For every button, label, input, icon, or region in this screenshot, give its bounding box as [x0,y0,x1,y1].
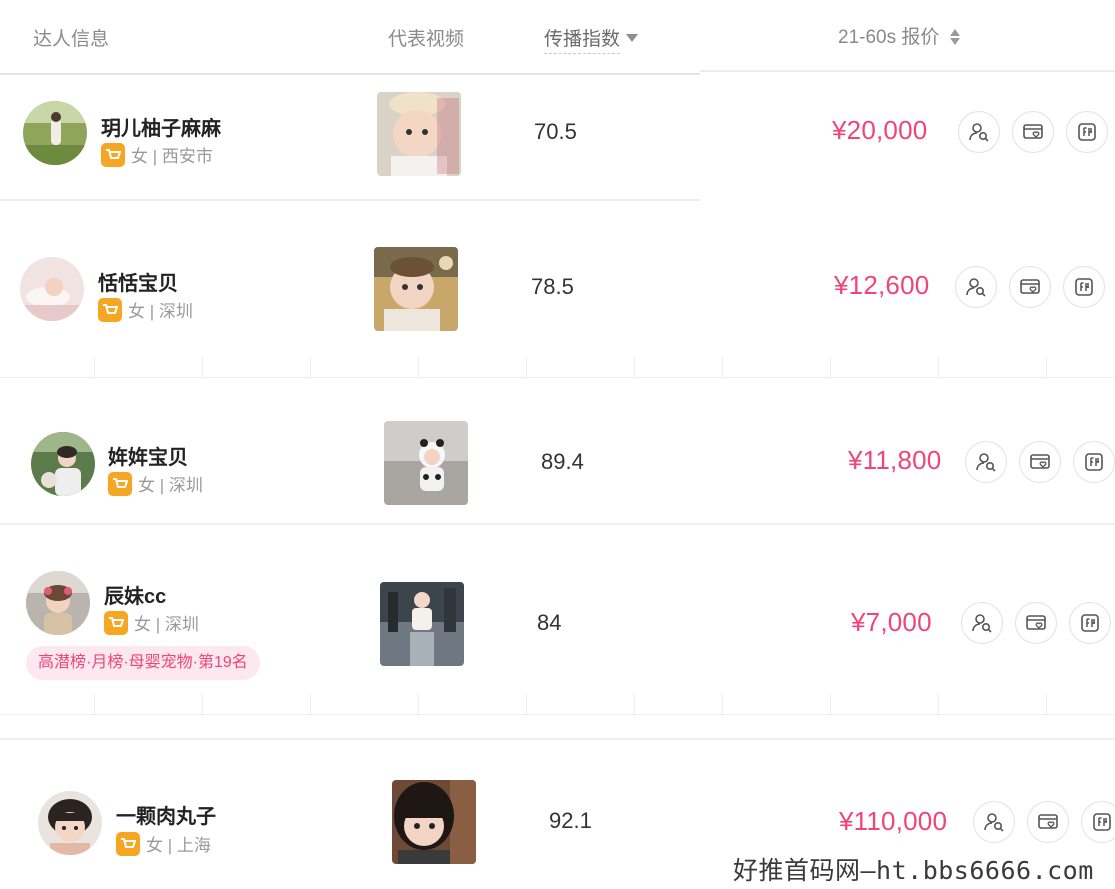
avatar[interactable] [20,257,84,321]
favorite-card-button[interactable] [1019,441,1061,483]
user-search-button[interactable] [961,602,1003,644]
influencer-meta: 女 | 深圳 [98,297,193,322]
compare-icon [1081,614,1099,632]
gender-city: 女 | 西安市 [131,147,213,166]
price-value: ¥20,000 [832,115,928,145]
column-header-video: 代表视频 [388,29,465,50]
shopping-cart-icon [98,297,122,322]
ranking-tag[interactable]: 高潜榜·月榜·母婴宠物·第19名 [26,646,260,680]
favorite-card-button[interactable] [1012,111,1054,153]
column-header-price[interactable]: 21-60s 报价 [838,22,961,49]
spread-index-value: 78.5 [531,274,574,299]
compare-button[interactable] [1081,801,1115,843]
card-heart-icon [1023,124,1043,139]
grid-lines [0,357,1115,379]
video-thumbnail[interactable] [384,421,468,505]
spread-index-value: 70.5 [534,119,577,144]
favorite-card-button[interactable] [1027,801,1069,843]
shopping-cart-icon [116,831,140,856]
card-heart-icon [1026,615,1046,630]
video-thumbnail[interactable] [392,780,476,864]
shopping-cart-icon [108,471,132,496]
user-search-button[interactable] [965,441,1007,483]
column-header-index-label: 传播指数 [544,29,621,54]
spread-index-value: 92.1 [549,808,592,833]
user-search-icon [984,813,1004,832]
video-thumbnail[interactable] [377,92,461,176]
gender-city: 女 | 深圳 [134,615,199,634]
price-value: ¥12,600 [834,270,930,300]
compare-icon [1078,123,1096,141]
video-thumbnail[interactable] [374,247,458,331]
influencer-list-page: 达人信息 代表视频 传播指数 21-60s 报价 玥儿柚子麻麻 女 | 西安市 … [0,0,1115,889]
favorite-card-button[interactable] [1009,266,1051,308]
column-header-info: 达人信息 [33,29,110,50]
card-heart-icon [1030,454,1050,469]
avatar[interactable] [31,432,95,496]
row-divider [0,523,1115,525]
favorite-card-button[interactable] [1015,602,1057,644]
user-search-icon [976,453,996,472]
influencer-name[interactable]: 玥儿柚子麻麻 [101,112,221,141]
shopping-cart-icon [101,142,125,167]
compare-button[interactable] [1069,602,1111,644]
user-search-button[interactable] [973,801,1015,843]
grid-lines [0,694,1115,716]
price-value: ¥7,000 [851,607,932,637]
column-header-index[interactable]: 传播指数 [544,24,639,54]
influencer-name[interactable]: 一颗肉丸子 [116,800,216,829]
influencer-meta: 女 | 西安市 [101,142,213,167]
table-header: 达人信息 代表视频 传播指数 21-60s 报价 [0,0,1115,75]
row-divider [0,199,700,201]
user-search-button[interactable] [955,266,997,308]
spread-index-value: 84 [537,610,562,635]
card-heart-icon [1020,279,1040,294]
avatar[interactable] [26,571,90,635]
compare-icon [1085,453,1103,471]
column-header-price-label: 21-60s 报价 [838,27,940,48]
user-search-icon [972,614,992,633]
influencer-name[interactable]: 恬恬宝贝 [98,267,178,296]
compare-button[interactable] [1073,441,1115,483]
user-search-icon [969,123,989,142]
shopping-cart-icon [104,610,128,635]
avatar[interactable] [38,791,102,855]
influencer-name[interactable]: 辰妹cc [104,580,166,609]
user-search-button[interactable] [958,111,1000,153]
gender-city: 女 | 深圳 [138,476,203,495]
compare-icon [1075,278,1093,296]
influencer-name[interactable]: 姩姩宝贝 [108,441,188,470]
sort-icon [949,29,960,45]
price-value: ¥110,000 [839,806,948,836]
influencer-meta: 女 | 上海 [116,831,211,856]
spread-index-value: 89.4 [541,449,584,474]
avatar[interactable] [23,101,87,165]
influencer-meta: 女 | 深圳 [104,610,199,635]
compare-button[interactable] [1063,266,1105,308]
caret-down-icon [626,34,639,42]
video-thumbnail[interactable] [380,582,464,666]
gender-city: 女 | 上海 [146,836,211,855]
compare-icon [1093,813,1111,831]
row-divider [0,738,1115,740]
gender-city: 女 | 深圳 [128,302,193,321]
watermark-text: 好推首码网—ht.bbs6666.com [733,856,1094,885]
price-value: ¥11,800 [848,445,942,475]
compare-button[interactable] [1066,111,1108,153]
header-divider-right [700,70,1115,72]
influencer-meta: 女 | 深圳 [108,471,203,496]
card-heart-icon [1038,814,1058,829]
user-search-icon [966,278,986,297]
